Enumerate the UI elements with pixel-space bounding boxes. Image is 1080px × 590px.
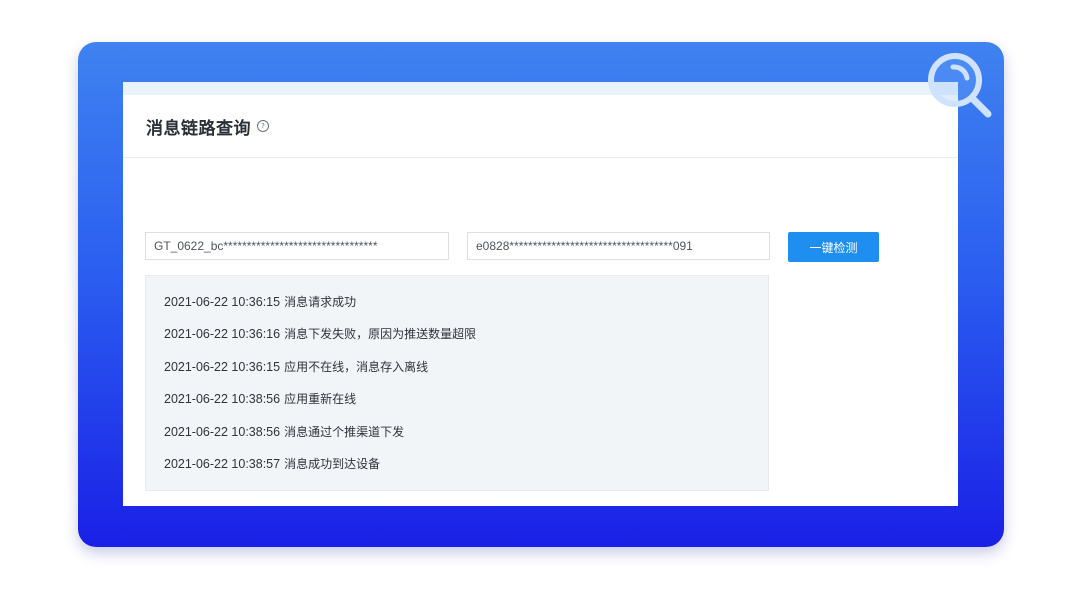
client-id-input[interactable]: GT_0622_bc******************************…	[145, 232, 449, 260]
log-message: 消息通过个推渠道下发	[284, 424, 405, 439]
one-click-detect-button[interactable]: 一键检测	[788, 232, 879, 262]
panel-header: 消息链路查询 ?	[123, 95, 958, 158]
trace-log: 2021-06-22 10:36:15 消息请求成功 2021-06-22 10:…	[145, 275, 769, 491]
message-trace-panel: 消息链路查询 ? GT_0622_bc*********************…	[123, 95, 958, 506]
log-message: 消息请求成功	[284, 295, 357, 309]
log-timestamp: 2021-06-22 10:38:56	[164, 424, 281, 439]
log-entry: 2021-06-22 10:38:56 消息通过个推渠道下发	[146, 423, 768, 455]
log-message: 应用不在线，消息存入离线	[284, 359, 429, 374]
log-entry: 2021-06-22 10:36:16 消息下发失败，原因为推送数量超限	[146, 325, 768, 357]
search-icon	[928, 53, 992, 118]
log-message: 应用重新在线	[284, 392, 357, 407]
log-timestamp: 2021-06-22 10:36:15	[164, 359, 281, 374]
log-message: 消息成功到达设备	[284, 456, 381, 471]
log-timestamp: 2021-06-22 10:36:15	[164, 295, 281, 309]
help-icon[interactable]: ?	[257, 120, 269, 132]
panel-top-strip	[123, 82, 958, 95]
log-entry: 2021-06-22 10:38:56 应用重新在线	[146, 390, 768, 422]
log-timestamp: 2021-06-22 10:36:16	[164, 327, 281, 342]
log-entry: 2021-06-22 10:36:15 消息请求成功	[146, 293, 768, 325]
log-message: 消息下发失败，原因为推送数量超限	[284, 327, 477, 342]
page-title: 消息链路查询	[146, 118, 251, 139]
device-id-input[interactable]: e0828***********************************…	[467, 232, 770, 260]
log-entry: 2021-06-22 10:38:57 消息成功到达设备	[146, 455, 768, 487]
log-entry: 2021-06-22 10:36:15 应用不在线，消息存入离线	[146, 358, 768, 390]
log-timestamp: 2021-06-22 10:38:57	[164, 456, 281, 471]
log-timestamp: 2021-06-22 10:38:56	[164, 392, 281, 407]
